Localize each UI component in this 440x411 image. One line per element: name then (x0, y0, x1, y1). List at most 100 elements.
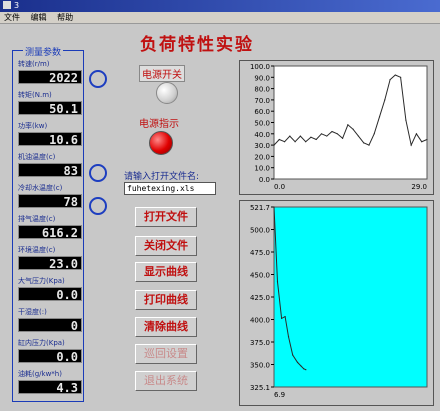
y-tick-label: 521.7 (250, 204, 270, 212)
data-point (363, 142, 365, 144)
y-tick-label: 80.0 (254, 86, 270, 94)
exit-system-button[interactable]: 退出系统 (135, 371, 197, 391)
param-ambient-temp: 环境温度(c) 23.0 (18, 245, 82, 271)
y-tick-label: 475.0 (250, 249, 270, 257)
param-value: 616.2 (18, 225, 82, 240)
data-point (281, 317, 283, 320)
data-point (287, 336, 290, 338)
file-prompt-label: 请输入打开文件名: (124, 172, 200, 182)
data-point (405, 119, 407, 121)
power-switch-button[interactable] (156, 82, 178, 104)
param-label: 环境温度(c) (18, 246, 56, 254)
param-value: 4.3 (18, 380, 82, 395)
x-tick-label: 6.9 (274, 391, 285, 399)
status-ring-icon (89, 197, 107, 215)
data-point (421, 141, 423, 143)
data-point (300, 365, 302, 367)
patrol-settings-button[interactable]: 巡回设置 (135, 344, 197, 364)
power-indicator-led (149, 131, 173, 155)
menu-help[interactable]: 帮助 (57, 13, 73, 22)
data-point (400, 76, 402, 78)
param-coolant-temp: 冷却水温度(c) 78 (18, 183, 82, 209)
y-tick-label: 60.0 (254, 108, 270, 116)
clear-curve-button[interactable]: 清除曲线 (135, 317, 197, 337)
app-icon (3, 1, 11, 9)
file-name-input[interactable]: fuhetexing.xls (124, 182, 216, 195)
y-tick-label: 0.0 (259, 176, 270, 184)
param-label: 油耗(g/kw*h) (18, 370, 62, 378)
data-point (305, 369, 307, 371)
data-point (389, 78, 391, 81)
param-label: 排气温度(c) (18, 215, 56, 223)
data-point (273, 144, 275, 146)
data-point (283, 141, 286, 143)
close-file-button[interactable]: 关闭文件 (135, 236, 197, 256)
x-tick-label: 0.0 (274, 183, 285, 191)
param-humidity: 干湿度(:) 0 (18, 307, 82, 333)
param-power: 功率(kw) 10.6 (18, 121, 82, 147)
y-tick-label: 40.0 (254, 131, 270, 139)
plot-area (273, 65, 428, 180)
data-point (284, 315, 286, 318)
y-tick-label: 500.0 (250, 227, 270, 235)
param-label: 大气压力(Kpa) (18, 277, 65, 285)
y-tick-label: 10.0 (254, 165, 270, 173)
param-label: 缸内压力(Kpa) (18, 339, 65, 347)
data-point (305, 141, 307, 143)
y-tick-label: 450.0 (250, 272, 270, 280)
param-value: 0 (18, 318, 82, 333)
print-curve-button[interactable]: 打印曲线 (135, 290, 197, 310)
param-torque: 转矩(N.m) 50.1 (18, 90, 82, 116)
param-speed: 转速(r/m) 2022 (18, 59, 82, 85)
data-point (289, 135, 291, 137)
data-point (273, 206, 275, 208)
data-point (378, 116, 381, 118)
param-value: 78 (18, 194, 82, 209)
show-curve-button[interactable]: 显示曲线 (135, 262, 197, 282)
y-tick-label: 375.0 (250, 339, 270, 347)
power-switch-label: 电源开关 (139, 65, 185, 82)
title-bar: 3 (0, 0, 440, 12)
window-title: 3 (14, 1, 20, 10)
data-point (294, 141, 296, 143)
param-oil-temp: 机油温度(c) 83 (18, 152, 82, 178)
data-point (426, 138, 428, 141)
data-point (357, 135, 360, 137)
data-point (299, 135, 301, 137)
open-file-button[interactable]: 打开文件 (135, 207, 197, 227)
param-air-pressure: 大气压力(Kpa) 0.0 (18, 276, 82, 302)
data-point (303, 368, 305, 370)
param-label: 转速(r/m) (18, 60, 50, 68)
data-point (320, 133, 323, 135)
data-point (296, 361, 299, 363)
menu-edit[interactable]: 编辑 (31, 13, 47, 22)
param-label: 干湿度(:) (18, 308, 47, 316)
data-point (331, 130, 333, 133)
y-tick-label: 70.0 (254, 97, 270, 105)
data-point (341, 137, 344, 139)
menu-bar: 文件 编辑 帮助 (0, 12, 440, 24)
param-value: 83 (18, 163, 82, 178)
param-label: 机油温度(c) (18, 153, 56, 161)
data-point (292, 354, 294, 356)
data-point (352, 128, 354, 130)
param-fuel-consumption: 油耗(g/kw*h) 4.3 (18, 369, 82, 395)
param-cylinder-pressure: 缸内压力(Kpa) 0.0 (18, 338, 82, 364)
data-point (347, 124, 349, 126)
x-tick-label: 29.0 (411, 183, 427, 191)
lower-chart-svg: 521.7 500.0 475.0 450.0 425.0 400.0 375.0 350.0… (250, 204, 428, 399)
data-point (315, 138, 317, 141)
status-ring-icon (89, 164, 107, 182)
y-tick-label: 30.0 (254, 142, 270, 150)
menu-file[interactable]: 文件 (4, 13, 20, 22)
y-tick-label: 350.0 (250, 362, 270, 370)
data-point (276, 281, 279, 283)
param-value: 0.0 (18, 287, 82, 302)
data-point (310, 136, 312, 138)
param-exhaust-temp: 排气温度(c) 616.2 (18, 214, 82, 240)
y-tick-label: 325.1 (250, 384, 270, 392)
data-point (336, 133, 338, 135)
y-tick-label: 90.0 (254, 74, 270, 82)
y-tick-label: 400.0 (250, 317, 270, 325)
power-indicator-label: 电源指示 (139, 119, 179, 130)
